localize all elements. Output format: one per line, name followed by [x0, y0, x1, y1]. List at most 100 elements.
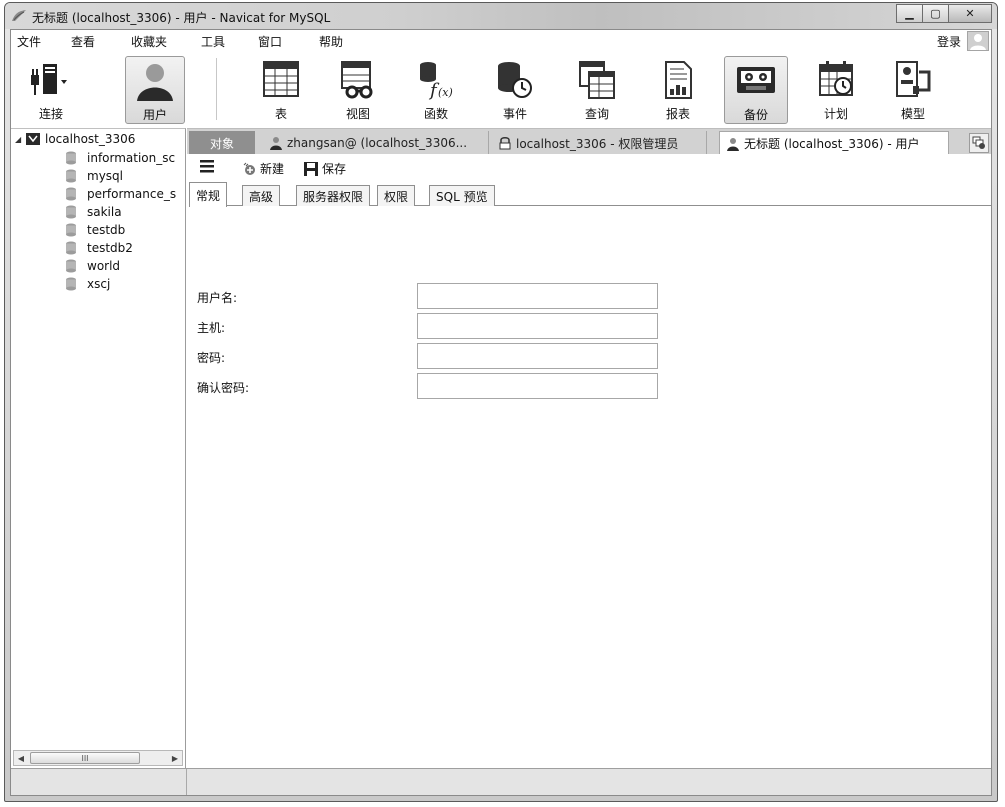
status-divider	[186, 769, 187, 795]
menu-file[interactable]: 文件	[17, 33, 41, 50]
function-icon: f (x)	[420, 62, 453, 100]
confirm-password-input[interactable]	[417, 373, 658, 399]
tab-general[interactable]: 常规	[189, 182, 228, 207]
lock-icon	[499, 137, 511, 150]
new-button[interactable]: 新建	[241, 160, 284, 177]
tab-sql-preview[interactable]: SQL 预览	[429, 185, 495, 206]
host-input[interactable]	[417, 313, 658, 339]
tab-list-icon	[972, 136, 985, 149]
toolbar-schedule-label: 计划	[823, 107, 848, 121]
toolbar-user-label: 用户	[142, 108, 167, 122]
tab-privilege-manager[interactable]: localhost_3306 - 权限管理员	[492, 131, 707, 155]
tree-item-database[interactable]: performance_s	[65, 187, 185, 201]
tree-item-database[interactable]: testdb	[65, 223, 185, 237]
toolbar-report-label: 报表	[665, 107, 690, 121]
account-avatar[interactable]	[967, 31, 989, 51]
tab-sql-preview-label: SQL 预览	[436, 189, 488, 204]
tree-item-database[interactable]: testdb2	[65, 241, 185, 255]
save-button[interactable]: 保存	[303, 160, 346, 177]
document-tab-strip: 对象 zhangsan@ (localhost_3306... localhos…	[187, 128, 991, 155]
toolbar-backup-label: 备份	[743, 108, 768, 122]
tree-item-database[interactable]: information_sc	[65, 151, 185, 165]
toolbar-schedule-button[interactable]: 计划	[806, 56, 866, 124]
database-icon	[66, 241, 76, 255]
minimize-button[interactable]: ▁	[896, 4, 923, 23]
client-area: 文件 查看 收藏夹 工具 窗口 帮助 登录 连接 用户 表 视图 f (x) 函…	[10, 29, 992, 796]
scroll-right-icon[interactable]: ▶	[168, 751, 182, 765]
maximize-button[interactable]: ▢	[922, 4, 949, 23]
scrollbar-thumb[interactable]: III	[30, 752, 140, 764]
tab-general-label: 常规	[196, 188, 221, 203]
tab-list-button[interactable]	[969, 133, 989, 153]
tree-item-label: testdb	[87, 223, 126, 237]
tab-server-privileges[interactable]: 服务器权限	[296, 185, 371, 206]
title-bar[interactable]: 无标题 (localhost_3306) - 用户 - Navicat for …	[5, 3, 997, 29]
toolbar-table-button[interactable]: 表	[251, 56, 311, 124]
scroll-left-icon[interactable]: ◀	[14, 751, 28, 765]
table-icon	[263, 61, 299, 97]
toolbar-report-button[interactable]: 报表	[648, 56, 708, 124]
host-label: 主机:	[197, 321, 226, 335]
tab-label: 无标题 (localhost_3306) - 用户	[744, 137, 920, 151]
toolbar-function-label: 函数	[423, 107, 448, 121]
new-user-icon	[243, 162, 255, 175]
menu-help[interactable]: 帮助	[319, 33, 343, 50]
tab-server-privileges-label: 服务器权限	[303, 189, 364, 204]
connection-tree: ◢ localhost_3306 information_sc mysql pe…	[11, 128, 186, 768]
close-icon: ✕	[965, 7, 975, 20]
tree-root-connection[interactable]: ◢ localhost_3306	[15, 132, 135, 146]
save-button-label: 保存	[322, 162, 347, 176]
backup-icon	[737, 67, 775, 93]
tab-objects[interactable]: 对象	[189, 131, 255, 155]
menu-tools[interactable]: 工具	[201, 33, 225, 50]
hamburger-menu-icon[interactable]	[199, 159, 215, 173]
toolbar-view-label: 视图	[345, 107, 370, 121]
password-input[interactable]	[417, 343, 658, 369]
save-icon	[304, 161, 318, 176]
toolbar-table-label: 表	[274, 107, 287, 121]
toolbar-function-button[interactable]: f (x) 函数	[406, 56, 466, 124]
toolbar-event-label: 事件	[502, 107, 527, 121]
navicat-app-icon	[12, 10, 26, 21]
expand-arrow-icon[interactable]: ◢	[15, 135, 25, 144]
username-input[interactable]	[417, 283, 658, 309]
menu-window[interactable]: 窗口	[258, 33, 282, 50]
tab-label: zhangsan@ (localhost_3306...	[287, 136, 468, 150]
login-link[interactable]: 登录	[937, 33, 961, 50]
sidebar-horizontal-scrollbar[interactable]: ◀ III ▶	[13, 750, 183, 766]
status-bar	[11, 768, 991, 795]
database-icon	[66, 187, 76, 201]
menu-bar: 文件 查看 收藏夹 工具 窗口 帮助 登录	[11, 30, 991, 52]
menu-view[interactable]: 查看	[71, 33, 95, 50]
editor-toolbar: 新建 保存	[187, 154, 991, 182]
toolbar-query-button[interactable]: 查询	[567, 56, 627, 124]
tree-item-database[interactable]: mysql	[65, 169, 185, 183]
tree-item-database[interactable]: xscj	[65, 277, 185, 291]
toolbar-model-label: 模型	[900, 107, 925, 121]
property-tabs: 常规 高级 服务器权限 权限 SQL 预览	[189, 182, 991, 207]
toolbar-connection-button[interactable]: 连接	[21, 56, 81, 124]
password-label: 密码:	[197, 351, 226, 365]
close-button[interactable]: ✕	[948, 4, 992, 23]
menu-favorites[interactable]: 收藏夹	[131, 33, 167, 50]
schedule-icon	[819, 61, 853, 96]
tab-user-zhangsan[interactable]: zhangsan@ (localhost_3306...	[263, 131, 489, 155]
toolbar-query-label: 查询	[584, 107, 609, 121]
toolbar-user-button[interactable]: 用户	[125, 56, 185, 124]
query-icon	[579, 61, 615, 99]
tree-item-label: performance_s	[87, 187, 177, 201]
tree-item-database[interactable]: world	[65, 259, 185, 273]
user-icon	[727, 137, 739, 151]
tree-item-database[interactable]: sakila	[65, 205, 185, 219]
toolbar-view-button[interactable]: 视图	[328, 56, 388, 124]
tab-advanced[interactable]: 高级	[242, 185, 281, 206]
tree-item-label: world	[87, 259, 121, 273]
toolbar-event-button[interactable]: 事件	[485, 56, 545, 124]
tab-untitled-user[interactable]: 无标题 (localhost_3306) - 用户	[719, 131, 949, 155]
tab-label: localhost_3306 - 权限管理员	[516, 136, 679, 151]
tab-privileges[interactable]: 权限	[377, 185, 416, 206]
toolbar-backup-button[interactable]: 备份	[724, 56, 788, 124]
confirm-password-label: 确认密码:	[197, 381, 250, 395]
server-connection-icon	[26, 133, 40, 145]
toolbar-model-button[interactable]: 模型	[883, 56, 943, 124]
